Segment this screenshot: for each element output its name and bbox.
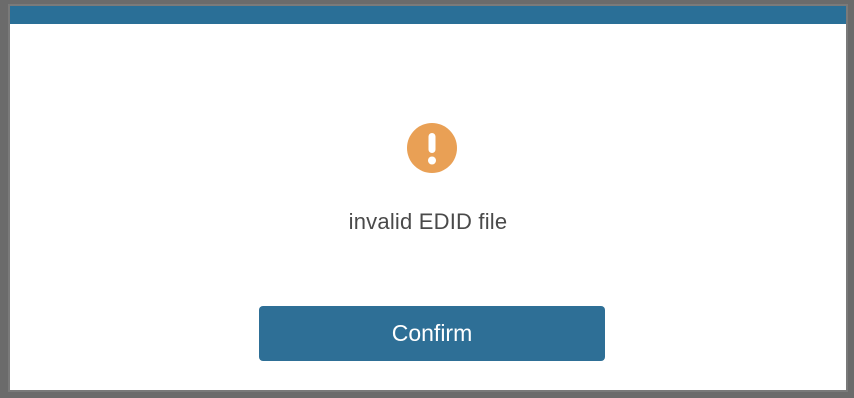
exclamation-glyph bbox=[428, 133, 436, 165]
alert-dialog: invalid EDID file Confirm bbox=[8, 4, 848, 392]
dialog-message: invalid EDID file bbox=[348, 209, 508, 234]
exclamation-icon bbox=[407, 123, 457, 173]
confirm-button[interactable]: Confirm bbox=[259, 306, 605, 361]
dialog-titlebar bbox=[10, 6, 846, 24]
